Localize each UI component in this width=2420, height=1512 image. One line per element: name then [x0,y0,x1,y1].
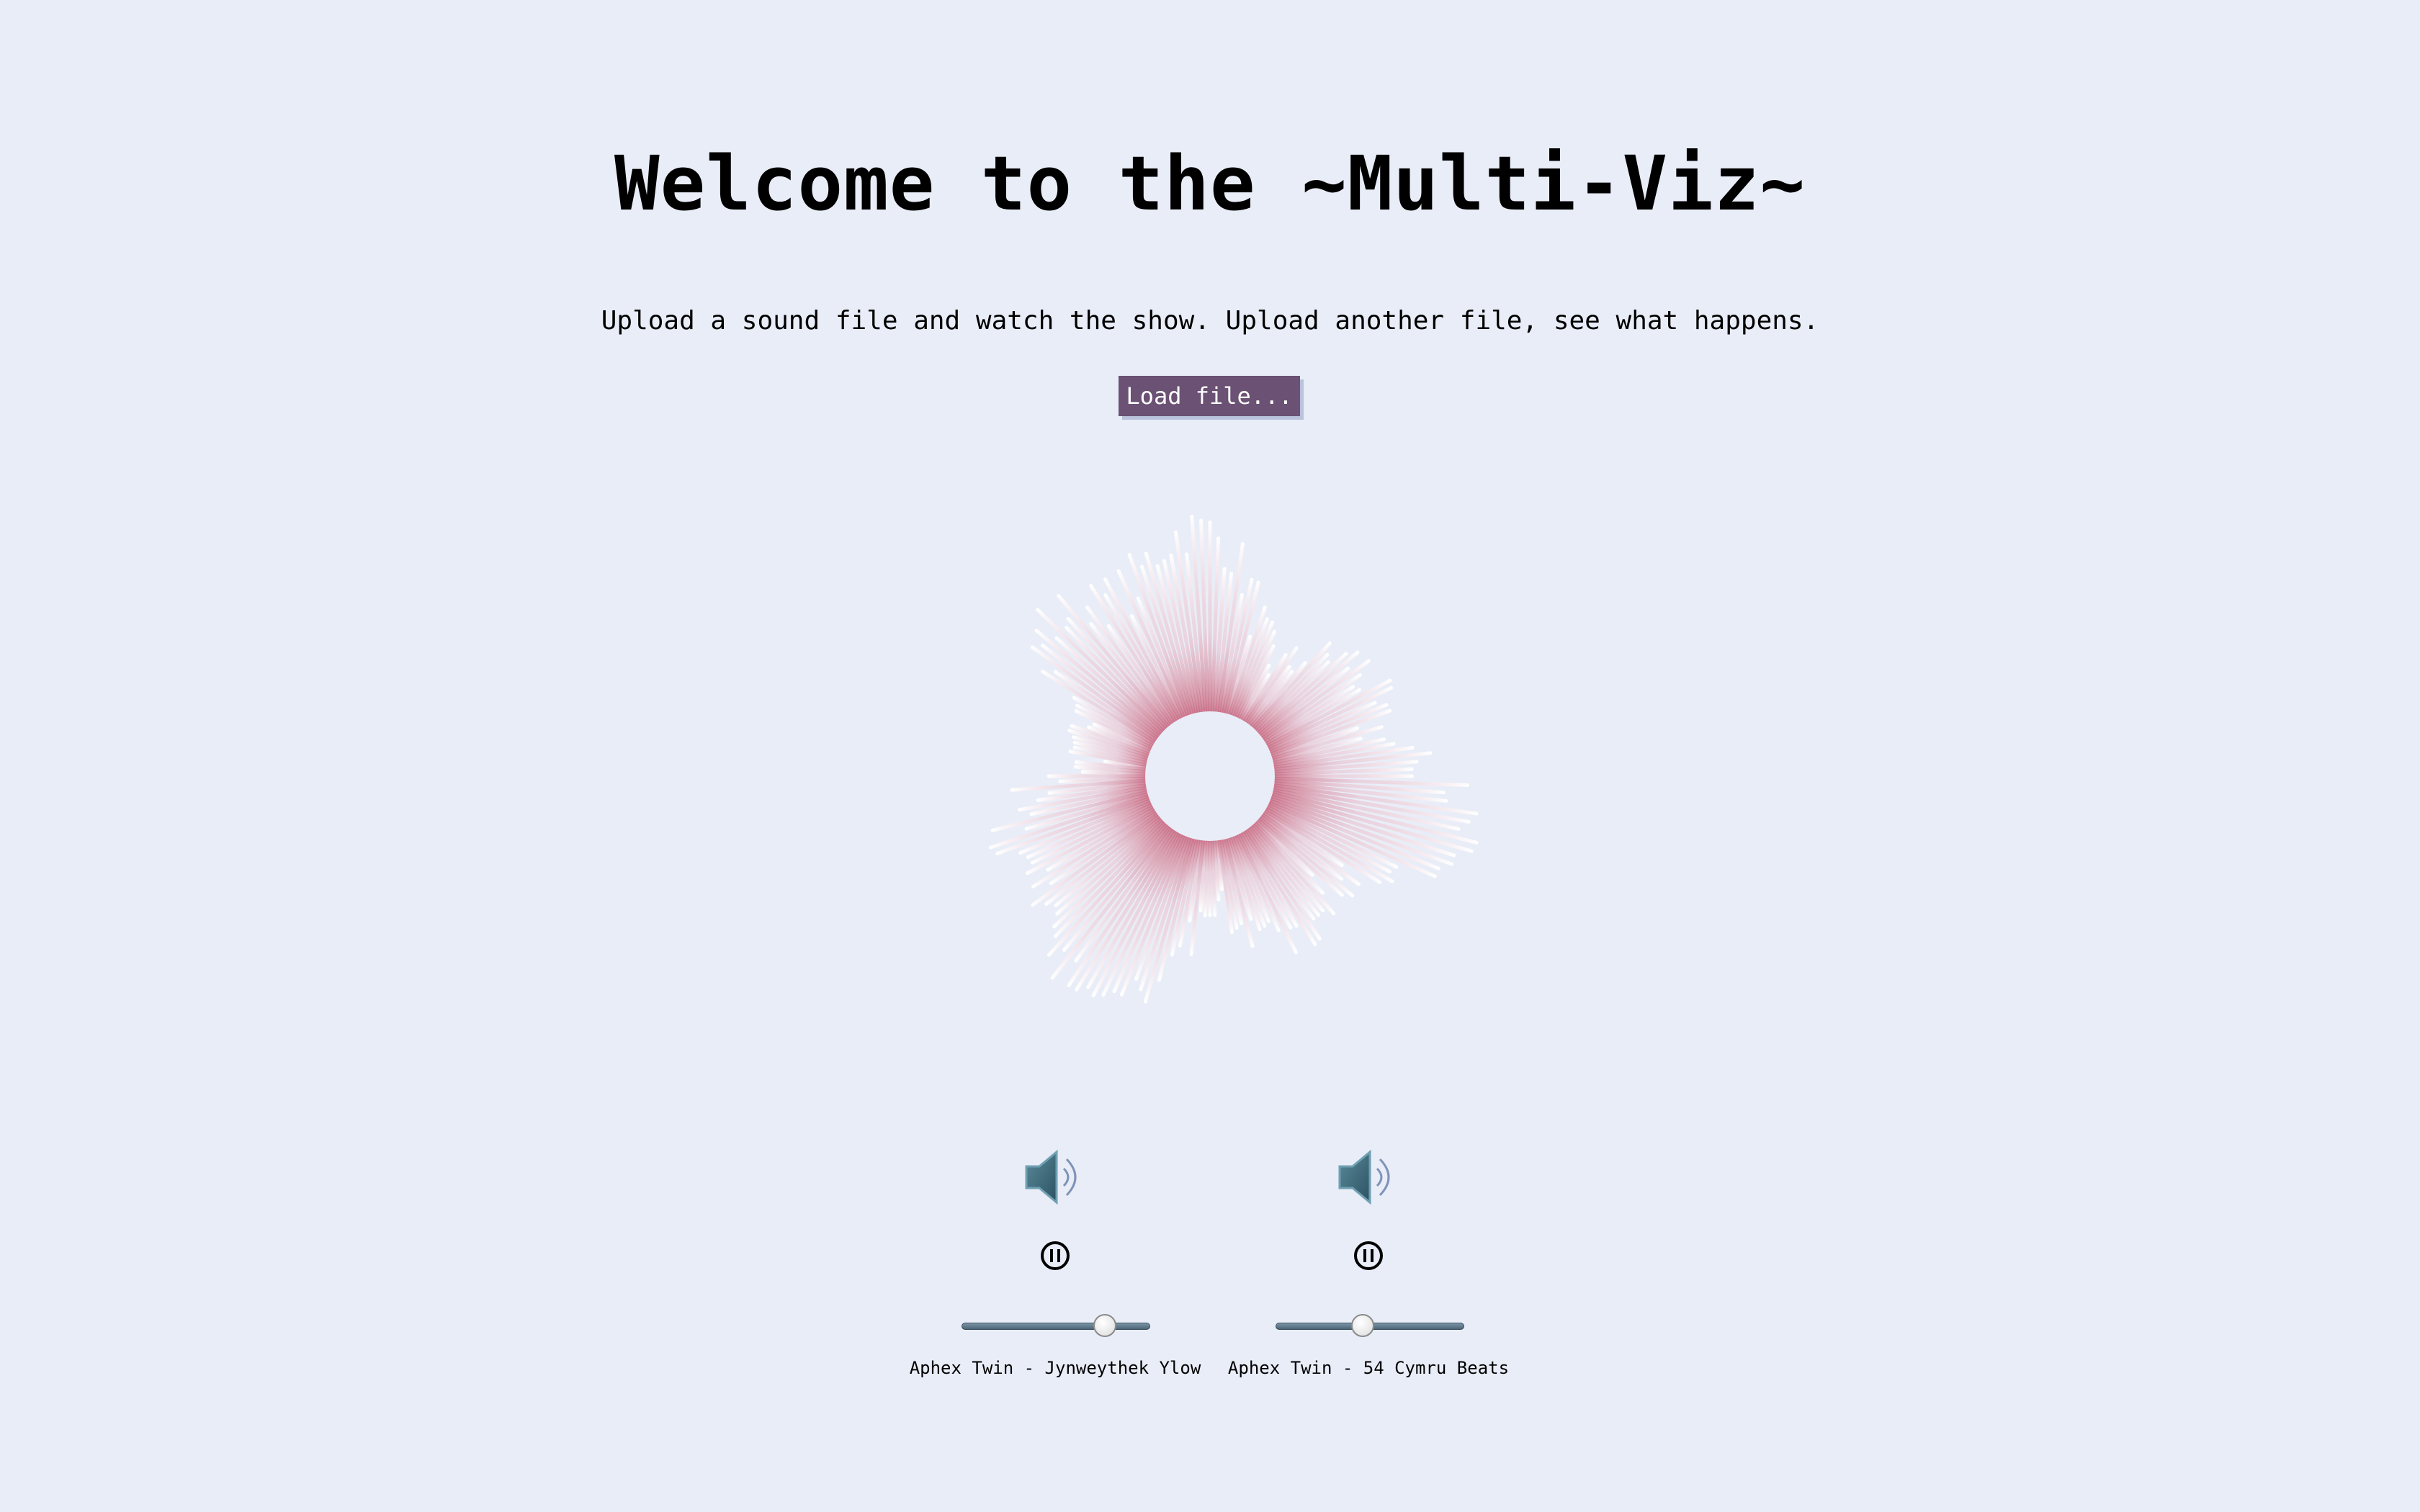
volume-thumb[interactable] [1350,1314,1374,1337]
player-1 [904,1145,1206,1382]
page-title: Welcome to the ~Multi-Viz~ [614,140,1806,228]
page: Welcome to the ~Multi-Viz~ Upload a soun… [0,0,2420,1512]
speaker-icon[interactable] [1332,1145,1404,1210]
speaker-icon[interactable] [1019,1145,1091,1210]
volume-track [962,1323,1150,1330]
load-file-button[interactable]: Load file... [1119,376,1300,416]
pause-icon[interactable] [1353,1240,1384,1272]
player-2 [1217,1145,1520,1382]
volume-thumb[interactable] [1093,1314,1117,1337]
volume-slider-2[interactable] [1276,1312,1464,1341]
pause-icon[interactable] [1039,1240,1071,1272]
visualizer-center [1145,711,1275,841]
track-name-2: Aphex Twin - 54 Cymru Beats [1227,1358,1510,1378]
track-name-1: Aphex Twin - Jynweythek Ylow [909,1358,1201,1378]
volume-slider-1[interactable] [962,1312,1150,1341]
page-subtitle: Upload a sound file and watch the show. … [601,306,1819,336]
audio-visualizer [988,514,1479,1004]
